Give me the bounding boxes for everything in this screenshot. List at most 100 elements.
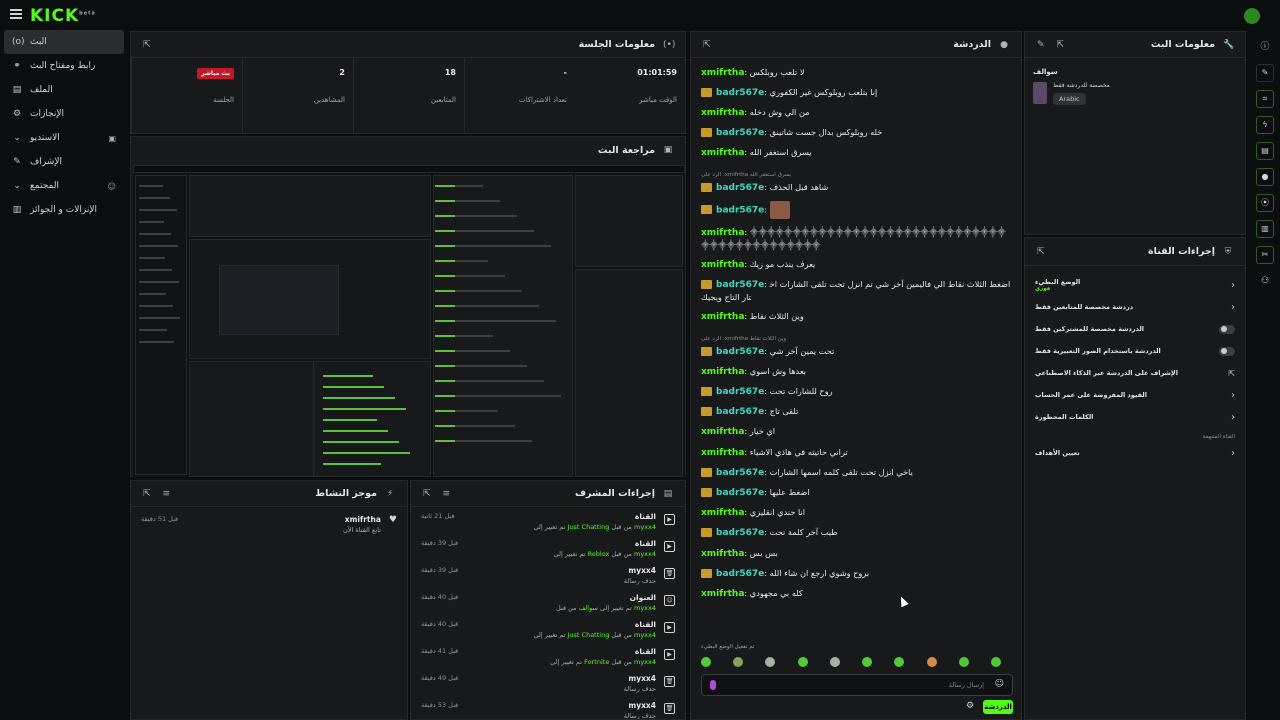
edit-icon[interactable]: ✎ xyxy=(1037,40,1045,50)
chat-message[interactable]: badr567e: ياخي انزل تحت تلقى كلمه اسمها … xyxy=(701,462,1011,482)
kick-logo[interactable]: KICKbeta xyxy=(30,6,96,26)
quick-emote-icon[interactable] xyxy=(765,657,776,667)
chat-message[interactable]: xmifrtha: بعدها وش اسوي xyxy=(701,361,1011,381)
chat-input[interactable]: إرسال رسالة ☺ xyxy=(701,674,1013,696)
quick-emote-icon[interactable] xyxy=(894,657,905,667)
filter-icon[interactable]: ≡ xyxy=(163,489,171,499)
chat-message[interactable]: xmifrtha: وين الثلاث نقاط xyxy=(701,307,1011,327)
users-icon[interactable]: ⚇ xyxy=(1256,272,1274,290)
channel-action-row[interactable]: دردشة مخصصة للمتابعين فقط › xyxy=(1025,296,1245,318)
chat-username[interactable]: xmifrtha xyxy=(701,148,744,158)
chat-message[interactable]: xmifrtha: يعرف ينذب مو زيك xyxy=(701,255,1011,275)
info-icon[interactable]: ⓘ xyxy=(1256,38,1274,56)
wrench-icon[interactable]: ✂ xyxy=(1256,246,1274,264)
chat-username[interactable]: xmifrtha xyxy=(701,549,744,559)
chat-username[interactable]: xmifrtha xyxy=(701,367,744,377)
chat-message[interactable]: xmifrtha: بس بس xyxy=(701,543,1011,563)
quick-emote-icon[interactable] xyxy=(701,657,711,667)
chat-username[interactable]: badr567e xyxy=(716,347,764,357)
channel-action-row[interactable]: الدردشة باستخدام الصور التعبيرية فقط xyxy=(1025,340,1245,362)
emoji-icon[interactable]: ☺ xyxy=(995,679,1004,689)
settings-gear-icon[interactable]: ⚙ xyxy=(966,701,974,711)
chat-username[interactable]: xmifrtha xyxy=(701,260,744,270)
popout-icon[interactable]: ⇱ xyxy=(143,489,151,499)
sidebar-item[interactable]: (o) البث xyxy=(4,30,124,54)
toggle-switch[interactable] xyxy=(1219,346,1235,356)
chat-message[interactable]: الرد على :xmifrtha وين الثلاث نقاط badr56… xyxy=(701,327,1011,361)
chat-username[interactable]: xmifrtha xyxy=(701,68,744,78)
channel-action-row[interactable]: الوضع البطيء فوري › xyxy=(1025,274,1245,296)
chat-username[interactable]: badr567e xyxy=(716,128,764,138)
channel-action-row[interactable]: القيود المفروضة على عمر الحساب › xyxy=(1025,384,1245,406)
chat-username[interactable]: xmifrtha xyxy=(701,589,744,599)
hamburger-menu-icon[interactable] xyxy=(10,9,22,19)
popout-icon[interactable]: ⇱ xyxy=(143,40,151,50)
toggle-switch[interactable] xyxy=(1219,324,1235,334)
chat-message[interactable]: xmifrtha: يسرق استغفر الله xyxy=(701,143,1011,163)
book-icon[interactable]: ▥ xyxy=(1256,220,1274,238)
sidebar-item[interactable]: ⌄ الاستديو ▣ xyxy=(4,126,124,150)
chat-message[interactable]: xmifrtha: من الي وش دخله xyxy=(701,102,1011,122)
chat-message[interactable]: badr567e: بروح وشوي ارجع ان شاء الله xyxy=(701,563,1011,583)
quick-emote-icon[interactable] xyxy=(958,657,969,667)
chat-message[interactable]: xmifrtha: كله بي مجهودي xyxy=(701,583,1011,603)
chat-message[interactable]: badr567e: طيب آخر كلمة تحت xyxy=(701,523,1011,543)
chat-message[interactable]: xmifrtha: لا تلعب روبلكس xyxy=(701,62,1011,82)
mic-icon[interactable] xyxy=(710,680,716,690)
chat-username[interactable]: xmifrtha xyxy=(701,448,744,458)
chat-username[interactable]: xmifrtha xyxy=(701,108,744,118)
channel-action-row[interactable]: الكلمات المحظورة › xyxy=(1025,406,1245,428)
pencil-icon[interactable]: ✎ xyxy=(1256,64,1274,82)
list-icon[interactable]: ▤ xyxy=(1256,142,1274,160)
chat-username[interactable]: badr567e xyxy=(716,407,764,417)
quick-emote-icon[interactable] xyxy=(829,657,840,667)
chat-username[interactable]: xmifrtha xyxy=(701,427,744,437)
send-chat-button[interactable]: الدردشة xyxy=(983,700,1013,714)
chat-message[interactable]: badr567e: اضغط الثلاث نقاط الي فاليمين آ… xyxy=(701,275,1011,307)
chat-message[interactable]: xmifrtha: انا حندي انقليزي xyxy=(701,503,1011,523)
chat-username[interactable]: badr567e xyxy=(716,468,764,478)
chat-username[interactable]: badr567e xyxy=(716,488,764,498)
set-goals-row[interactable]: تعيين الأهداف › xyxy=(1025,442,1245,464)
chat-message[interactable]: badr567e: اضغط عليها xyxy=(701,482,1011,502)
quick-emote-icon[interactable] xyxy=(990,657,1001,667)
popout-icon[interactable]: ⇱ xyxy=(1057,40,1065,50)
bolt-icon[interactable]: ϟ xyxy=(1256,116,1274,134)
quick-emote-icon[interactable] xyxy=(733,657,744,667)
quick-emote-icon[interactable] xyxy=(797,657,808,667)
chat-message[interactable]: xmifrtha: ⸎⸎⸎⸎⸎⸎⸎⸎⸎⸎⸎⸎⸎⸎⸎⸎⸎⸎⸎⸎⸎⸎⸎⸎⸎⸎⸎⸎⸎⸎… xyxy=(701,222,1011,254)
chat-username[interactable]: xmifrtha xyxy=(701,508,744,518)
chat-username[interactable]: badr567e xyxy=(716,88,764,98)
sidebar-item[interactable]: ⌄ المجتمع ☺ xyxy=(4,174,124,198)
sidebar-item[interactable]: ⚙ الإنجازات xyxy=(4,102,124,126)
chat-username[interactable]: badr567e xyxy=(716,569,764,579)
scan-icon[interactable]: ⌗ xyxy=(1256,90,1274,108)
chat-message[interactable]: xmifrtha: اي خيار xyxy=(701,422,1011,442)
chat-message[interactable]: badr567e: إنا بتلعب روبلوكس غير الكفوري xyxy=(701,82,1011,102)
sidebar-item[interactable]: ▥ الإنزالات و الجوائز xyxy=(4,198,124,222)
sidebar-item[interactable]: ✎ الإشراف xyxy=(4,150,124,174)
chat-username[interactable]: badr567e xyxy=(716,528,764,538)
channel-action-row[interactable]: الدردشة مخصصة للمشتركين فقط xyxy=(1025,318,1245,340)
chat-username[interactable]: badr567e xyxy=(716,280,764,290)
chat-username[interactable]: badr567e xyxy=(716,183,764,193)
sidebar-item[interactable]: ⚭ رابط ومفتاح البث xyxy=(4,54,124,78)
chat-message[interactable]: badr567e: روح للشارات تحت xyxy=(701,381,1011,401)
chat-username[interactable]: xmifrtha xyxy=(701,312,744,322)
chat-message[interactable]: xmifrtha: تراني حاتيته في هاذي الاشياء xyxy=(701,442,1011,462)
popout-icon[interactable]: ⇱ xyxy=(1037,247,1045,257)
chat-message[interactable]: الرد على :xmifrtha يسرق استغفر الله badr5… xyxy=(701,163,1011,197)
chat-message[interactable]: badr567e: تلقى تاج xyxy=(701,402,1011,422)
quick-emote-icon[interactable] xyxy=(926,657,937,667)
popout-icon[interactable]: ⇱ xyxy=(423,489,431,499)
filter-icon[interactable]: ≡ xyxy=(443,489,451,499)
chat-message[interactable]: badr567e: xyxy=(701,197,1011,222)
chat-username[interactable]: badr567e xyxy=(716,205,764,215)
chat-bubble-icon[interactable]: ● xyxy=(1256,168,1274,186)
sidebar-item[interactable]: ▤ الملف xyxy=(4,78,124,102)
chat-username[interactable]: xmifrtha xyxy=(701,228,744,238)
user-avatar[interactable] xyxy=(1244,8,1260,24)
chat-username[interactable]: badr567e xyxy=(716,387,764,397)
chat-message[interactable]: badr567e: خله روبلوكس بدال جست شاتينق xyxy=(701,123,1011,143)
popout-icon[interactable]: ⇱ xyxy=(703,40,711,50)
